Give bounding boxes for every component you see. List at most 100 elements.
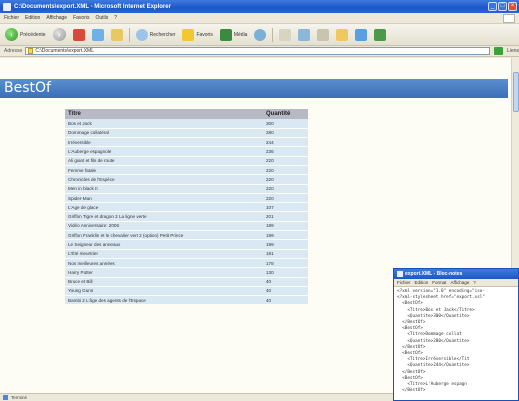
table-row: Young Guns 40	[65, 286, 308, 297]
address-label: Adresse	[4, 48, 23, 54]
menu-view[interactable]: Affichage	[46, 15, 67, 21]
cell-quantity: 40	[264, 286, 308, 297]
cell-title: Spider-Man	[65, 193, 264, 204]
title-bar: C:\Documents\export.XML - Microsoft Inte…	[0, 0, 519, 13]
cell-title: Vidéo Anniversaire: 2006	[65, 221, 264, 232]
table-row: Men in black II 220	[65, 184, 308, 194]
notepad-title: export.XML - Bloc-notes	[405, 271, 463, 277]
cell-title: Femme fatale	[65, 165, 264, 176]
browser-window: C:\Documents\export.XML - Microsoft Inte…	[0, 0, 519, 401]
menu-file[interactable]: Fichier	[4, 15, 19, 21]
go-button[interactable]	[494, 47, 504, 55]
table-body: Bos et Jack 300 Dommage collatéral 280 Irrév…	[65, 119, 308, 306]
stop-button[interactable]	[71, 26, 87, 44]
forward-button[interactable]: ›	[51, 26, 68, 44]
table-row: L'Été meurtrier 181	[65, 249, 308, 259]
menu-edit[interactable]: Edition	[25, 15, 40, 21]
close-button[interactable]: ×	[508, 2, 517, 11]
table-row: Griffon Tigre et dragon 2 La ligne verte…	[65, 211, 308, 222]
menu-favorites[interactable]: Favoris	[73, 15, 89, 21]
address-value: C:\Documents\export.XML	[35, 48, 94, 54]
address-input[interactable]: C:\Documents\export.XML	[25, 47, 491, 55]
menu-tools[interactable]: Outils	[95, 15, 108, 21]
refresh-button[interactable]	[90, 26, 106, 44]
menu-help[interactable]: ?	[114, 15, 117, 21]
cell-quantity: 300	[264, 119, 308, 129]
table-row: Spider-Man 220	[65, 193, 308, 204]
cell-title: L'Age de glace	[65, 202, 264, 213]
cell-quantity: 40	[264, 295, 308, 306]
table-header-row: Titre Quantité	[65, 109, 308, 119]
page-icon	[28, 48, 34, 54]
table-row: Nos meilleures années 178	[65, 258, 308, 269]
links-label[interactable]: Liens	[507, 48, 519, 54]
notepad-title-bar: export.XML - Bloc-notes	[394, 269, 518, 279]
table-row: Bambi 2 L'âge des agents de l'Espace 40	[65, 295, 308, 306]
cell-title: Men in black II	[65, 184, 264, 194]
table-row: Vidéo Anniversaire: 2006 199	[65, 221, 308, 232]
maximize-button[interactable]: □	[498, 2, 507, 11]
search-icon	[135, 28, 148, 41]
column-header-quantity: Quantité	[264, 109, 308, 119]
table-row: L'Auberge espagnole 236	[65, 146, 308, 157]
notepad-text-area[interactable]: <?xml version="1.0" encoding="iso- <?xml-…	[394, 287, 518, 400]
ie-icon	[3, 2, 11, 11]
notepad-menu-file[interactable]: Fichier	[397, 280, 411, 285]
cell-quantity: 130	[264, 267, 308, 278]
favorites-button[interactable]: Favoris	[180, 26, 214, 44]
cell-quantity: 201	[264, 211, 308, 222]
notepad-menu-view[interactable]: Affichage	[451, 280, 470, 285]
research-button[interactable]	[372, 26, 388, 44]
print-icon	[298, 28, 311, 41]
cell-title: Bambi 2 L'âge des agents de l'Espace	[65, 295, 264, 306]
cell-title: Le Seigneur des anneaux	[65, 239, 264, 250]
history-icon	[254, 28, 267, 41]
column-header-title: Titre	[65, 109, 264, 119]
folder-icon	[336, 28, 349, 41]
media-icon	[219, 28, 232, 41]
folder-button[interactable]	[334, 26, 350, 44]
cell-title: Nos meilleures années	[65, 258, 264, 269]
notepad-menu-help[interactable]: ?	[473, 280, 476, 285]
notepad-window[interactable]: export.XML - Bloc-notes Fichier Edition …	[393, 268, 519, 401]
window-title: C:\Documents\export.XML - Microsoft Inte…	[14, 3, 171, 10]
table-row: Chronicles de l'Espéce 220	[65, 174, 308, 185]
home-button[interactable]	[109, 26, 125, 44]
cell-quantity: 178	[264, 258, 308, 269]
mail-button[interactable]	[277, 26, 293, 44]
edit-button[interactable]	[315, 26, 331, 44]
cell-quantity: 280	[264, 128, 308, 139]
notepad-icon	[397, 271, 403, 277]
table-row: Irréversible 244	[65, 137, 308, 148]
windows-logo-icon	[503, 14, 515, 23]
cell-quantity: 199	[264, 239, 308, 250]
research-icon	[374, 28, 387, 41]
toolbar-separator	[272, 27, 274, 42]
notepad-menu-format[interactable]: Format	[432, 280, 446, 285]
back-button[interactable]: ‹ Précédente	[3, 26, 48, 44]
search-button[interactable]: Rechercher	[134, 26, 178, 44]
cell-title: Chronicles de l'Espéce	[65, 174, 264, 185]
table-row: Dommage collatéral 280	[65, 128, 308, 139]
cell-quantity: 181	[264, 249, 308, 259]
messenger-button[interactable]	[353, 26, 369, 44]
cell-title: Irréversible	[65, 137, 264, 148]
notepad-menu-edit[interactable]: Edition	[415, 280, 429, 285]
scrollbar-thumb[interactable]	[513, 72, 519, 112]
cell-quantity: 40	[264, 277, 308, 287]
back-label: Précédente	[20, 31, 46, 38]
cell-quantity: 220	[264, 184, 308, 194]
table-row: Griffon Franklin et le chevalier vert 2 …	[65, 230, 308, 241]
cell-title: Bos et Jack	[65, 119, 264, 129]
search-label: Rechercher	[149, 31, 176, 38]
minimize-button[interactable]: _	[488, 2, 497, 11]
cell-title: Young Guns	[65, 286, 264, 297]
media-label: Média	[233, 31, 248, 38]
history-button[interactable]	[252, 26, 268, 44]
cell-quantity: 220	[264, 165, 308, 176]
print-button[interactable]	[296, 26, 312, 44]
cell-quantity: 107	[264, 202, 308, 213]
status-page-icon	[3, 395, 8, 400]
media-button[interactable]: Média	[218, 26, 250, 44]
cell-quantity: 236	[264, 146, 308, 157]
